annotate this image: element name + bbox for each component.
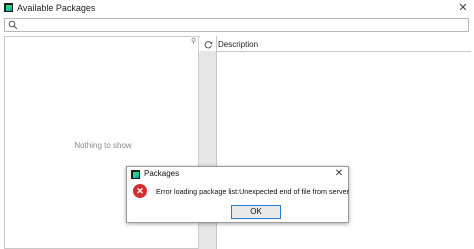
search-icon — [8, 20, 18, 30]
pycharm-icon — [4, 3, 13, 12]
refresh-button[interactable] — [198, 37, 217, 51]
dialog-title: Packages — [144, 169, 180, 178]
error-icon: ✕ — [133, 184, 147, 198]
description-label: Description — [218, 40, 259, 49]
available-packages-window: Available Packages ✕ Nothing to show ⚲ D… — [0, 0, 474, 249]
window-title: Available Packages — [17, 3, 96, 13]
dialog-title-bar: Packages ✕ — [127, 167, 350, 181]
title-bar: Available Packages ✕ — [0, 0, 474, 17]
empty-list-text: Nothing to show — [74, 141, 132, 150]
search-input[interactable] — [4, 18, 469, 32]
pin-icon[interactable]: ⚲ — [191, 37, 196, 45]
refresh-icon — [204, 40, 213, 48]
window-close-icon[interactable]: ✕ — [455, 1, 471, 15]
description-header: Description — [217, 38, 471, 52]
ok-button[interactable]: OK — [231, 205, 281, 219]
error-dialog: Packages ✕ ✕ Error loading package list:… — [126, 166, 349, 223]
dialog-message: Error loading package list:Unexpected en… — [156, 187, 349, 196]
dialog-close-icon[interactable]: ✕ — [332, 167, 346, 181]
pycharm-icon — [131, 170, 140, 179]
